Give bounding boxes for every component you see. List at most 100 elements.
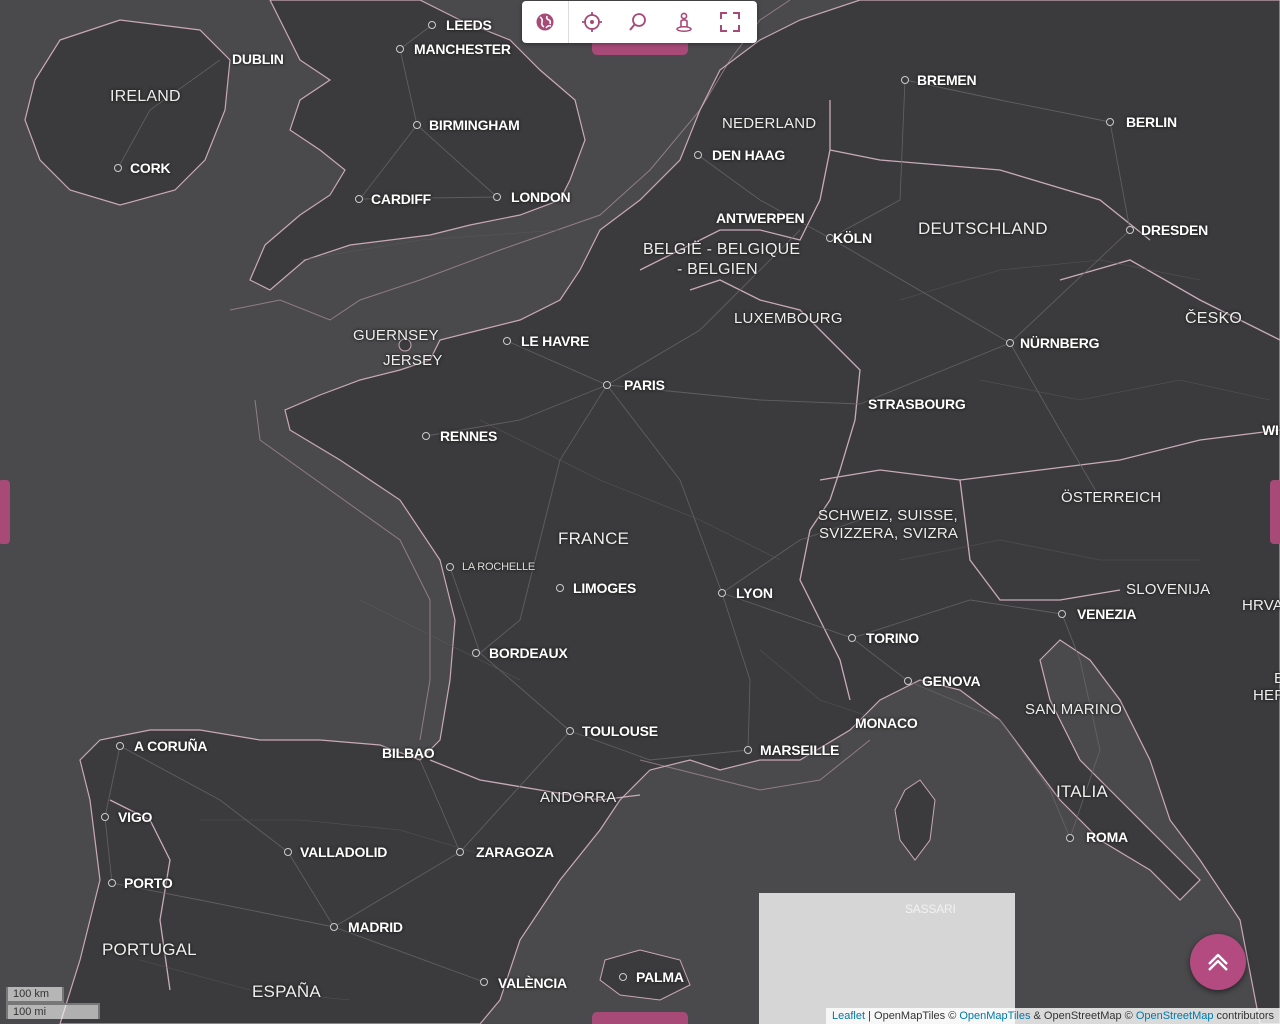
chevron-up-icon xyxy=(1208,953,1228,971)
leaflet-link[interactable]: Leaflet xyxy=(832,1010,865,1022)
city-dot xyxy=(1006,339,1014,347)
openstreetmap-link[interactable]: OpenStreetMap xyxy=(1136,1010,1214,1022)
label-dresden: DRESDEN xyxy=(1141,222,1209,238)
city-dot xyxy=(1058,610,1066,618)
city-dot xyxy=(1066,834,1074,842)
label-schweiz-2: SVIZZERA, SVIZRA xyxy=(819,525,959,542)
fullscreen-button[interactable] xyxy=(707,1,753,43)
label-antwerpen: ANTWERPEN xyxy=(716,210,805,226)
scroll-up-button[interactable] xyxy=(1190,934,1246,990)
label-ireland: IRELAND xyxy=(110,88,181,105)
label-valladolid: VALLADOLID xyxy=(300,844,388,860)
label-bordeaux: BORDEAUX xyxy=(489,645,568,661)
city-dot xyxy=(116,742,124,750)
label-monaco: MONACO xyxy=(855,715,918,731)
attribution-end: contributors xyxy=(1213,1010,1274,1022)
label-cesko: ČESKO xyxy=(1185,310,1243,327)
label-bilbao: BILBAO xyxy=(382,745,435,761)
city-dot xyxy=(422,432,430,440)
city-dot xyxy=(493,193,501,201)
label-cardiff: CARDIFF xyxy=(371,191,432,207)
city-dot xyxy=(566,727,574,735)
label-paris: PARIS xyxy=(624,377,665,393)
openmaptiles-link[interactable]: OpenMapTiles xyxy=(959,1010,1030,1022)
label-london: LONDON xyxy=(511,189,571,205)
city-dot xyxy=(694,151,702,159)
label-nurnberg: NÜRNBERG xyxy=(1020,335,1100,351)
label-france: FRANCE xyxy=(558,529,630,548)
scale-km: 100 km xyxy=(6,987,64,1003)
label-birmingham: BIRMINGHAM xyxy=(429,117,520,133)
scale-mi: 100 mi xyxy=(6,1003,100,1019)
fullscreen-icon xyxy=(720,12,740,32)
label-torino: TORINO xyxy=(866,630,919,646)
left-panel-tab[interactable] xyxy=(0,480,10,544)
map-attribution: Leaflet | OpenMapTiles © OpenMapTiles & … xyxy=(826,1008,1280,1024)
label-san-marino: SAN MARINO xyxy=(1025,701,1123,718)
attribution-sep: | OpenMapTiles © xyxy=(865,1010,960,1022)
map-basemap xyxy=(24,0,1280,1024)
city-dot xyxy=(619,973,627,981)
city-dot xyxy=(355,195,363,203)
label-lyon: LYON xyxy=(736,585,773,601)
label-schweiz-1: SCHWEIZ, SUISSE, xyxy=(818,507,958,524)
label-osterreich: ÖSTERREICH xyxy=(1061,489,1162,506)
label-rennes: RENNES xyxy=(440,428,498,444)
city-dot xyxy=(456,848,464,856)
globe-icon xyxy=(536,13,554,31)
city-dot xyxy=(330,923,338,931)
city-dot xyxy=(744,746,752,754)
map-canvas[interactable]: LEEDS MANCHESTER DUBLIN IRELAND BIRMINGH… xyxy=(0,0,1280,1024)
city-dot xyxy=(396,45,404,53)
person-location-button[interactable] xyxy=(661,1,707,43)
city-dot xyxy=(901,76,909,84)
tile-placeholder: SASSARI xyxy=(759,893,1015,1024)
label-le-havre: LE HAVRE xyxy=(521,333,590,349)
label-genova: GENOVA xyxy=(922,673,981,689)
label-manchester: MANCHESTER xyxy=(414,41,511,57)
city-dot xyxy=(1126,226,1134,234)
land-continent xyxy=(59,0,1280,1024)
locate-button[interactable] xyxy=(569,1,615,43)
label-bremen: BREMEN xyxy=(917,72,977,88)
label-leeds: LEEDS xyxy=(446,17,492,33)
city-dot xyxy=(718,589,726,597)
city-dot xyxy=(413,121,421,129)
label-her: HER xyxy=(1253,687,1280,704)
toolbar-pull-tab[interactable] xyxy=(592,43,688,55)
label-dublin: DUBLIN xyxy=(232,51,284,67)
land-ireland xyxy=(24,19,231,206)
label-belgie-1: BELGIË - BELGIQUE xyxy=(643,241,801,258)
globe-button[interactable] xyxy=(522,1,569,43)
city-dot xyxy=(603,381,611,389)
label-a-coruna: A CORUÑA xyxy=(134,738,208,754)
label-strasbourg: STRASBOURG xyxy=(868,396,966,412)
label-la-rochelle: LA ROCHELLE xyxy=(462,561,536,573)
city-dot xyxy=(556,584,564,592)
city-dot xyxy=(284,848,292,856)
city-dot xyxy=(101,813,109,821)
label-koln: KÖLN xyxy=(833,230,872,246)
label-marseille: MARSEILLE xyxy=(760,742,840,758)
label-belgie-2: - BELGIEN xyxy=(677,261,758,278)
city-dot xyxy=(446,563,454,571)
label-valencia: VALÈNCIA xyxy=(498,975,567,991)
person-location-icon xyxy=(676,12,692,32)
scale-bar: 100 km 100 mi xyxy=(6,987,100,1019)
label-guernsey: GUERNSEY xyxy=(353,327,439,344)
city-dot xyxy=(480,978,488,986)
city-dot xyxy=(904,677,912,685)
label-vigo: VIGO xyxy=(118,809,153,825)
bottom-panel-tab[interactable] xyxy=(592,1012,688,1024)
label-madrid: MADRID xyxy=(348,919,403,935)
crosshair-icon xyxy=(582,12,602,32)
label-slovenija: SLOVENIJA xyxy=(1126,581,1211,598)
right-panel-tab[interactable] xyxy=(1270,480,1280,544)
city-dot xyxy=(472,649,480,657)
label-toulouse: TOULOUSE xyxy=(582,723,658,739)
label-espana: ESPAÑA xyxy=(252,982,321,1001)
search-button[interactable] xyxy=(615,1,661,43)
label-zaragoza: ZARAGOZA xyxy=(476,844,554,860)
map-toolbar xyxy=(522,1,757,43)
label-hrva: HRVA xyxy=(1242,597,1280,614)
